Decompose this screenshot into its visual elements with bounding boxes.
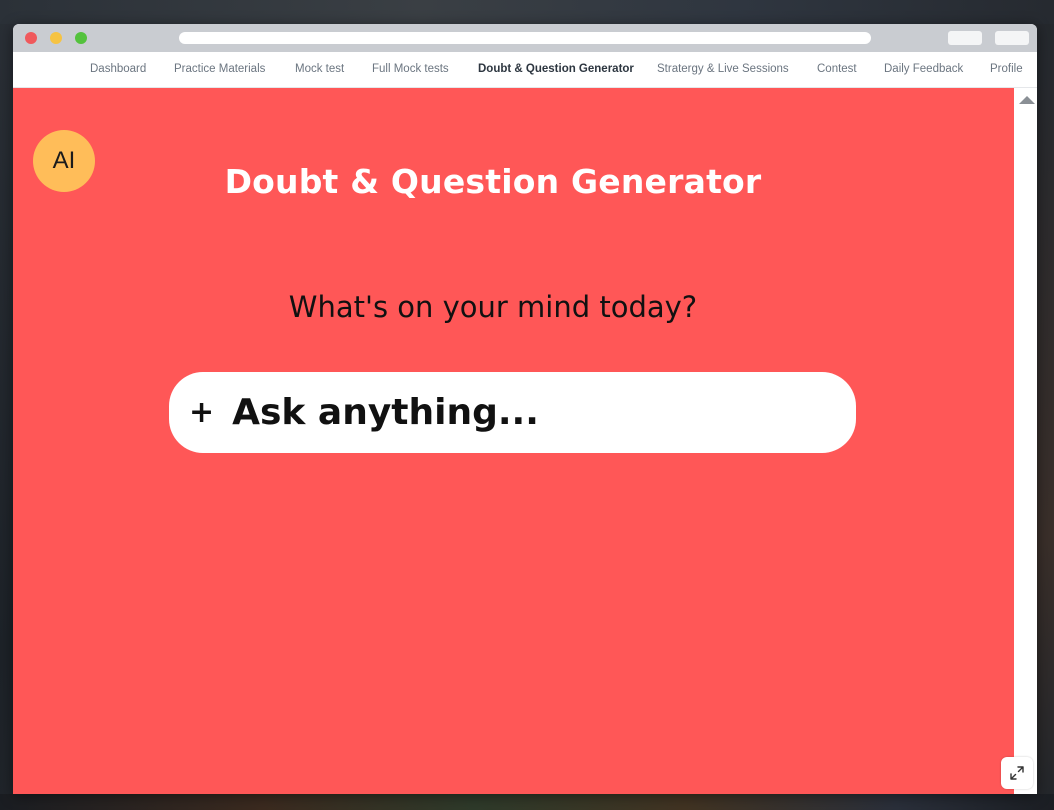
page-title: Doubt & Question Generator — [224, 162, 762, 201]
top-navigation: Dashboard Practice Materials Mock test F… — [13, 52, 1037, 88]
minimize-window-button[interactable] — [50, 32, 62, 44]
prompt-heading: What's on your mind today? — [288, 290, 698, 324]
ask-input[interactable] — [232, 392, 813, 433]
nav-item-strategy-live-sessions[interactable]: Stratergy & Live Sessions — [657, 63, 789, 75]
nav-item-mock-test[interactable]: Mock test — [295, 63, 344, 75]
close-window-button[interactable] — [25, 32, 37, 44]
plus-icon[interactable]: + — [189, 397, 214, 428]
nav-item-contest[interactable]: Contest — [817, 63, 857, 75]
desktop-background-top — [0, 0, 1054, 24]
nav-item-doubt-question-generator[interactable]: Doubt & Question Generator — [478, 63, 634, 75]
maximize-window-button[interactable] — [75, 32, 87, 44]
toolbar-button[interactable] — [948, 31, 982, 45]
expand-button[interactable] — [1001, 757, 1033, 789]
nav-item-dashboard[interactable]: Dashboard — [90, 63, 146, 75]
main-content: AI Doubt & Question Generator What's on … — [13, 88, 1014, 794]
nav-item-practice-materials[interactable]: Practice Materials — [174, 63, 265, 75]
ask-input-container[interactable]: + — [169, 372, 856, 453]
browser-window: Dashboard Practice Materials Mock test F… — [13, 24, 1037, 794]
address-bar[interactable] — [179, 32, 871, 44]
scroll-up-arrow-icon[interactable] — [1019, 96, 1035, 104]
nav-item-daily-feedback[interactable]: Daily Feedback — [884, 63, 963, 75]
vertical-scrollbar[interactable] — [1014, 88, 1037, 794]
expand-icon — [1010, 766, 1024, 780]
desktop-background-bottom — [0, 794, 1054, 810]
toolbar-button[interactable] — [995, 31, 1029, 45]
nav-item-profile[interactable]: Profile — [990, 63, 1023, 75]
nav-item-full-mock-tests[interactable]: Full Mock tests — [372, 63, 449, 75]
window-titlebar — [13, 24, 1037, 52]
